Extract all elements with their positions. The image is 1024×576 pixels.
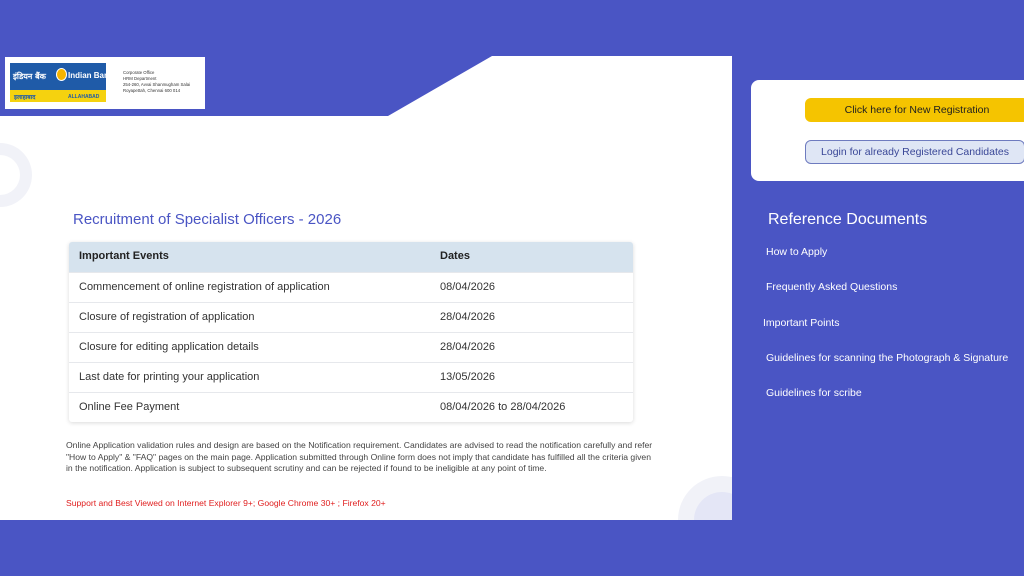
main-panel: इंडियन बैंक Indian Bank इलाहाबाद ALLAHAB… — [0, 0, 732, 520]
date-cell: 28/04/2026 — [440, 341, 496, 353]
link-important-points[interactable]: Important Points — [763, 317, 839, 329]
date-cell: 28/04/2026 — [440, 311, 496, 323]
header-important-events: Important Events — [79, 250, 169, 262]
validation-notice: Online Application validation rules and … — [66, 440, 653, 473]
registration-card: Click here for New Registration Login fo… — [751, 80, 1024, 181]
logo-sub-english: ALLAHABAD — [68, 94, 100, 100]
logo-sub-hindi: इलाहाबाद — [14, 94, 36, 101]
logo-hindi-text: इंडियन बैंक — [13, 72, 46, 81]
table-row: Last date for printing your application … — [69, 362, 633, 392]
login-registered-button[interactable]: Login for already Registered Candidates — [805, 140, 1024, 164]
event-cell: Online Fee Payment — [79, 401, 180, 413]
bank-logo-header: इंडियन बैंक Indian Bank इलाहाबाद ALLAHAB… — [5, 57, 205, 109]
event-cell: Closure for editing application details — [79, 341, 259, 353]
date-cell: 08/04/2026 — [440, 281, 496, 293]
new-registration-button[interactable]: Click here for New Registration — [805, 98, 1024, 122]
link-scribe-guidelines[interactable]: Guidelines for scribe — [766, 387, 862, 399]
table-row: Online Fee Payment 08/04/2026 to 28/04/2… — [69, 392, 633, 422]
link-how-to-apply[interactable]: How to Apply — [766, 246, 827, 258]
table-row: Closure of registration of application 2… — [69, 302, 633, 332]
header-dates: Dates — [440, 250, 470, 262]
date-cell: 08/04/2026 to 28/04/2026 — [440, 401, 566, 413]
link-photo-signature-guidelines[interactable]: Guidelines for scanning the Photograph &… — [766, 352, 1008, 364]
indian-bank-logo: इंडियन बैंक Indian Bank इलाहाबाद ALLAHAB… — [10, 63, 106, 102]
event-cell: Last date for printing your application — [79, 371, 260, 383]
table-row: Closure for editing application details … — [69, 332, 633, 362]
reference-documents-title: Reference Documents — [768, 211, 928, 228]
table-header-row: Important Events Dates — [69, 242, 633, 272]
logo-english-text: Indian Bank — [68, 71, 106, 80]
date-cell: 13/05/2026 — [440, 371, 496, 383]
event-cell: Commencement of online registration of a… — [79, 281, 330, 293]
corporate-address: Corporate Office HRM Department 254-260,… — [123, 70, 190, 94]
browser-support-note: Support and Best Viewed on Internet Expl… — [66, 498, 386, 508]
event-cell: Closure of registration of application — [79, 311, 255, 323]
table-row: Commencement of online registration of a… — [69, 272, 633, 302]
address-line: Royapettah, Chennai 600 014 — [123, 88, 181, 93]
page-title: Recruitment of Specialist Officers - 202… — [73, 211, 342, 228]
bank-emblem-icon — [56, 68, 67, 81]
important-events-table: Important Events Dates Commencement of o… — [69, 242, 633, 422]
link-faq[interactable]: Frequently Asked Questions — [766, 281, 897, 293]
